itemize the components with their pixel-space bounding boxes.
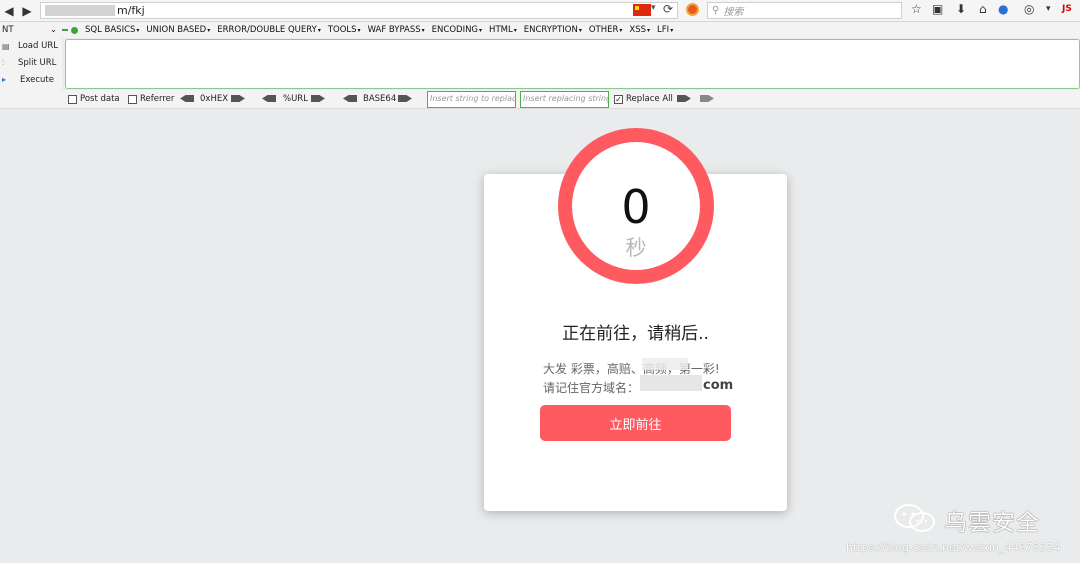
watermark-url: https://blog.csdn.net/weixin_44678334: [846, 541, 1061, 554]
menu-dropdown-icon[interactable]: ▾: [1046, 4, 1051, 14]
insert-string-input[interactable]: Insert string to replace: [427, 91, 516, 108]
url-text: m/fkj: [117, 4, 145, 17]
domain-suffix: com: [703, 378, 734, 393]
home-icon[interactable]: ⌂: [979, 2, 987, 16]
hackbar-status-icon: [71, 26, 78, 34]
menu-xss[interactable]: XSS: [629, 25, 650, 35]
base64-encode-arrow-icon[interactable]: [398, 95, 412, 102]
menu-tools[interactable]: TOOLS: [328, 25, 361, 35]
replace-next-arrow-icon[interactable]: [700, 95, 714, 102]
menu-encryption[interactable]: ENCRYPTION: [524, 25, 582, 35]
watermark-brand: 乌雲安全: [944, 510, 1040, 536]
back-arrow-icon[interactable]: ◀: [0, 2, 18, 20]
js-badge[interactable]: JS: [1062, 4, 1072, 14]
search-input[interactable]: ⚲ 搜索: [707, 2, 902, 19]
hex-decode-arrow-icon[interactable]: [180, 95, 194, 102]
base64-decode-arrow-icon[interactable]: [343, 95, 357, 102]
post-data-checkbox[interactable]: [68, 94, 77, 104]
replacing-string-input[interactable]: Insert replacing string: [520, 91, 609, 108]
countdown-number: 0: [621, 180, 651, 234]
referrer-option[interactable]: Referrer: [128, 94, 174, 104]
execute-button[interactable]: Execute: [20, 75, 54, 85]
hackbar-options: Post data Referrer 0xHEX %URL BASE64 Ins…: [0, 90, 1080, 109]
post-data-label: Post data: [80, 94, 120, 104]
wechat-logo-icon: [894, 504, 935, 532]
replace-arrow-icon[interactable]: [677, 95, 691, 102]
hackbar-select[interactable]: NT ⌄: [2, 23, 60, 37]
menu-sql-basics[interactable]: SQL BASICS: [85, 25, 139, 35]
execute-icon: ▸: [2, 75, 7, 84]
replace-all-label: Replace All: [626, 94, 673, 104]
menu-error-double-query[interactable]: ERROR/DOUBLE QUERY: [217, 25, 321, 35]
hex-label: 0xHEX: [200, 94, 229, 104]
chevron-down-icon: ⌄: [49, 25, 57, 35]
hackbar-url-textarea[interactable]: [65, 39, 1080, 89]
bookmark-star-icon[interactable]: ☆: [911, 2, 922, 16]
search-placeholder: 搜索: [723, 7, 744, 18]
replace-all-checkbox[interactable]: ✓: [614, 94, 623, 104]
split-url-button[interactable]: Split URL: [18, 58, 56, 68]
redacted-text: [642, 358, 688, 370]
hackbar-select-value: NT: [2, 25, 14, 35]
url-decode-arrow-icon[interactable]: [262, 95, 276, 102]
load-url-icon: ▤: [2, 42, 10, 51]
address-bar[interactable]: m/fkj: [40, 2, 678, 19]
base64-label: BASE64: [363, 94, 397, 104]
reload-icon[interactable]: ⟳: [663, 2, 673, 16]
menu-encoding[interactable]: ENCODING: [432, 25, 482, 35]
domain-prompt: 请记住官方域名：: [543, 381, 640, 395]
search-icon: ⚲: [712, 5, 720, 16]
countdown-unit: 秒: [625, 236, 647, 260]
menu-other[interactable]: OTHER: [589, 25, 623, 35]
settings-icon[interactable]: ◎: [1024, 2, 1034, 16]
referrer-checkbox[interactable]: [128, 94, 137, 104]
menu-union-based[interactable]: UNION BASED: [146, 25, 210, 35]
referrer-label: Referrer: [140, 94, 175, 104]
redirect-heading: 正在前往，请稍后..: [562, 324, 709, 344]
split-url-icon: ⫶: [2, 58, 4, 67]
china-flag-icon: [633, 4, 651, 16]
url-label: %URL: [283, 94, 308, 104]
hackbar-actions: ▤ Load URL ⫶ Split URL ▸ Execute: [0, 38, 62, 90]
replace-all-option[interactable]: ✓ Replace All: [614, 94, 673, 104]
download-icon[interactable]: ⬇: [956, 2, 966, 16]
redacted-url: [45, 5, 115, 16]
extension-icon[interactable]: [686, 3, 699, 16]
globe-icon[interactable]: ●: [998, 2, 1008, 16]
clipboard-icon[interactable]: ▣: [932, 2, 943, 16]
menu-lfi[interactable]: LFI: [657, 25, 673, 35]
url-encode-arrow-icon[interactable]: [311, 95, 325, 102]
go-now-button[interactable]: 立即前往: [540, 405, 731, 441]
hackbar-dash-icon: [62, 29, 68, 31]
dropdown-arrow-icon[interactable]: ▾: [651, 3, 656, 13]
menu-waf-bypass[interactable]: WAF BYPASS: [368, 25, 425, 35]
hex-encode-arrow-icon[interactable]: [231, 95, 245, 102]
load-url-button[interactable]: Load URL: [18, 41, 58, 51]
post-data-option[interactable]: Post data: [68, 94, 120, 104]
hackbar-menu: NT ⌄ SQL BASICS UNION BASED ERROR/DOUBLE…: [0, 22, 1080, 38]
menu-html[interactable]: HTML: [489, 25, 517, 35]
redacted-domain: [640, 375, 702, 391]
forward-arrow-icon[interactable]: ▶: [18, 2, 36, 20]
